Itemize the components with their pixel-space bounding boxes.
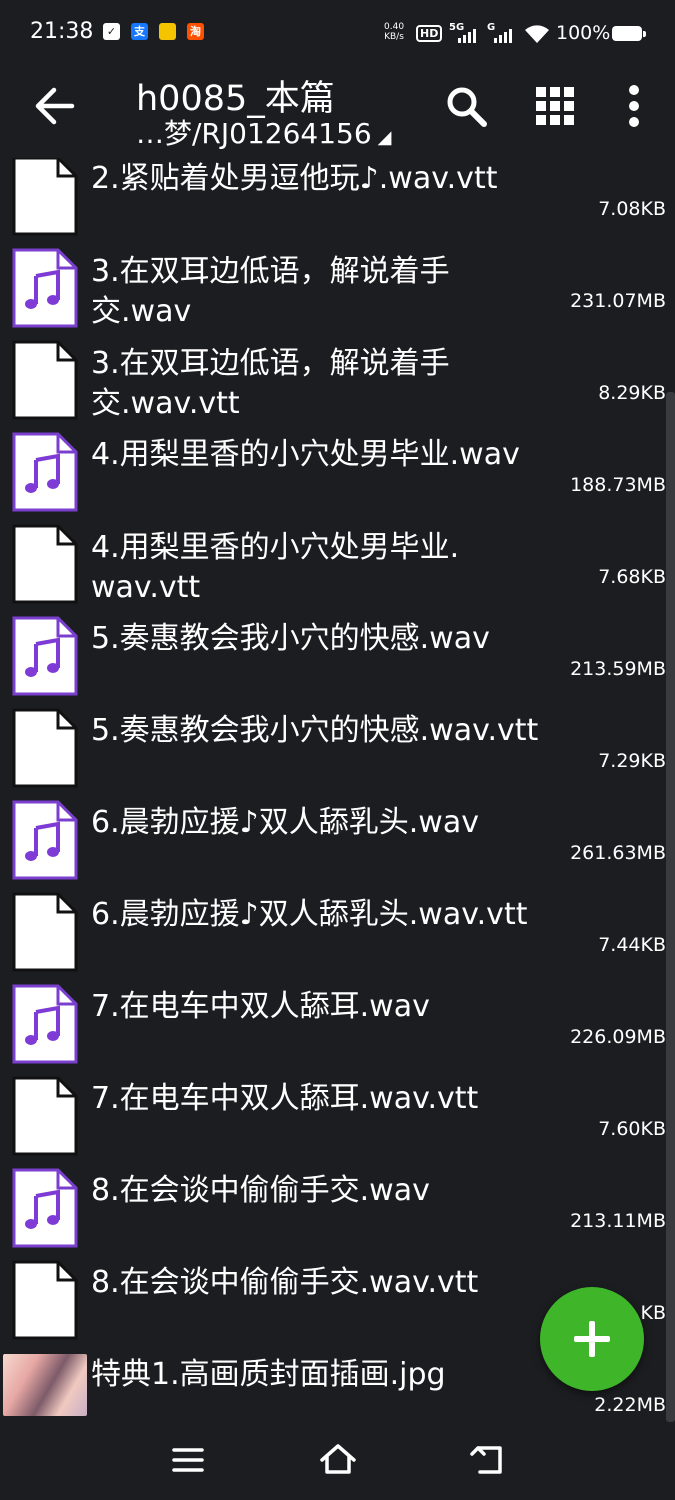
file-size: 2.22MB	[594, 1394, 666, 1416]
file-name: 5.奏惠教会我小穴的快感.wav	[91, 621, 490, 656]
net-speed-value: 0.40	[384, 22, 405, 32]
home-icon[interactable]	[318, 1440, 358, 1480]
file-row[interactable]: 8.在会谈中偷偷手交.wav 213.11MB	[0, 1168, 675, 1260]
file-name: 8.在会谈中偷偷手交.wav	[91, 1173, 430, 1208]
file-size: 261.63MB	[570, 842, 666, 864]
notification-icon	[159, 23, 176, 40]
file-list: 2.紧贴着处男逗他玩♪.wav.vtt 7.08KB 3.在双耳边低语，解说着手交.…	[0, 158, 675, 1422]
file-name: 2.紧贴着处男逗他玩♪.wav.vtt	[91, 161, 498, 196]
file-size: 188.73MB	[570, 474, 666, 496]
check-icon: ✓	[103, 23, 120, 40]
file-name: 3.在双耳边低语，解说着手交.wav.vtt	[91, 346, 450, 421]
path-text: …梦/RJ01264156	[136, 117, 372, 150]
file-size: 8.29KB	[598, 382, 666, 404]
file-row[interactable]: 7.在电车中双人舔耳.wav.vtt 7.60KB	[0, 1076, 675, 1168]
file-row[interactable]: 4.用梨里香的小穴处男毕业.wav 188.73MB	[0, 432, 675, 524]
file-name: 6.晨勃应援♪双人舔乳头.wav.vtt	[91, 897, 528, 932]
audio-file-icon	[12, 800, 78, 880]
document-file-icon	[12, 708, 78, 788]
app-bar: h0085_本篇 …梦/RJ01264156 ◢	[0, 66, 675, 158]
file-size: 213.59MB	[570, 658, 666, 680]
dropdown-triangle-icon: ◢	[377, 127, 392, 148]
hd-badge: HD	[416, 25, 443, 42]
back-arrow-icon[interactable]	[32, 86, 76, 126]
battery-icon	[612, 26, 646, 41]
image-thumbnail	[3, 1354, 87, 1416]
scrollbar[interactable]	[666, 392, 675, 1422]
alipay-icon: 支	[131, 23, 148, 40]
document-file-icon	[12, 158, 78, 236]
file-row[interactable]: 3.在双耳边低语，解说着手交.wav.vtt 8.29KB	[0, 340, 675, 432]
file-name: 4.用梨里香的小穴处男毕业.wav	[91, 437, 520, 472]
plus-icon-vertical	[589, 1321, 595, 1357]
file-size: 7.60KB	[598, 1118, 666, 1140]
net-speed-unit: KB/s	[384, 32, 404, 42]
file-name: 8.在会谈中偷偷手交.wav.vtt	[91, 1265, 479, 1300]
file-name: 7.在电车中双人舔耳.wav.vtt	[91, 1081, 479, 1116]
system-nav-bar	[0, 1422, 675, 1500]
file-size: 7.29KB	[598, 750, 666, 772]
document-file-icon	[12, 1260, 78, 1340]
file-row[interactable]: 5.奏惠教会我小穴的快感.wav 213.59MB	[0, 616, 675, 708]
audio-file-icon	[12, 1168, 78, 1248]
wifi-icon	[525, 25, 549, 43]
menu-icon[interactable]	[168, 1440, 208, 1480]
file-row[interactable]: 2.紧贴着处男逗他玩♪.wav.vtt 7.08KB	[0, 158, 675, 248]
document-file-icon	[12, 892, 78, 972]
file-row[interactable]: 6.晨勃应援♪双人舔乳头.wav.vtt 7.44KB	[0, 892, 675, 984]
search-icon[interactable]	[444, 84, 488, 128]
file-name: 3.在双耳边低语，解说着手交.wav	[91, 254, 450, 329]
file-size: 213.11MB	[570, 1210, 666, 1232]
audio-file-icon	[12, 984, 78, 1064]
file-size: 7.08KB	[598, 198, 666, 220]
breadcrumb-path[interactable]: …梦/RJ01264156 ◢	[136, 112, 392, 152]
file-size: 7.44KB	[598, 934, 666, 956]
file-name: 7.在电车中双人舔耳.wav	[91, 989, 430, 1024]
grid-view-icon[interactable]	[535, 86, 575, 126]
file-row[interactable]: 3.在双耳边低语，解说着手交.wav 231.07MB	[0, 248, 675, 340]
audio-file-icon	[12, 616, 78, 696]
file-size: 226.09MB	[570, 1026, 666, 1048]
file-size: 7.68KB	[598, 566, 666, 588]
file-name: 6.晨勃应援♪双人舔乳头.wav	[91, 805, 479, 840]
file-size: KB	[640, 1302, 667, 1324]
file-row[interactable]: 4.用梨里香的小穴处男毕业.wav.vtt 7.68KB	[0, 524, 675, 616]
status-bar: 21:38 ✓ 支 淘 0.40 KB/s HD 5G G 100%	[0, 0, 675, 66]
signal-icon-2	[494, 29, 512, 43]
taobao-icon: 淘	[187, 23, 204, 40]
file-name: 4.用梨里香的小穴处男毕业.wav.vtt	[91, 530, 460, 605]
file-name: 5.奏惠教会我小穴的快感.wav.vtt	[91, 713, 539, 748]
file-row[interactable]: 5.奏惠教会我小穴的快感.wav.vtt 7.29KB	[0, 708, 675, 800]
document-file-icon	[12, 1076, 78, 1156]
audio-file-icon	[12, 432, 78, 512]
more-options-icon[interactable]	[622, 84, 646, 128]
file-size: 231.07MB	[570, 290, 666, 312]
battery-percent: 100%	[556, 22, 611, 44]
document-file-icon	[12, 524, 78, 604]
net-speed: 0.40 KB/s	[384, 22, 404, 42]
file-row[interactable]: 7.在电车中双人舔耳.wav 226.09MB	[0, 984, 675, 1076]
file-name: 特典1.高画质封面插画.jpg	[91, 1357, 446, 1392]
file-row[interactable]: 6.晨勃应援♪双人舔乳头.wav 261.63MB	[0, 800, 675, 892]
audio-file-icon	[12, 248, 78, 328]
clock: 21:38	[30, 19, 94, 44]
back-icon[interactable]	[468, 1440, 508, 1480]
add-fab-button[interactable]	[540, 1287, 644, 1391]
signal-icon	[458, 29, 476, 43]
document-file-icon	[12, 340, 78, 420]
